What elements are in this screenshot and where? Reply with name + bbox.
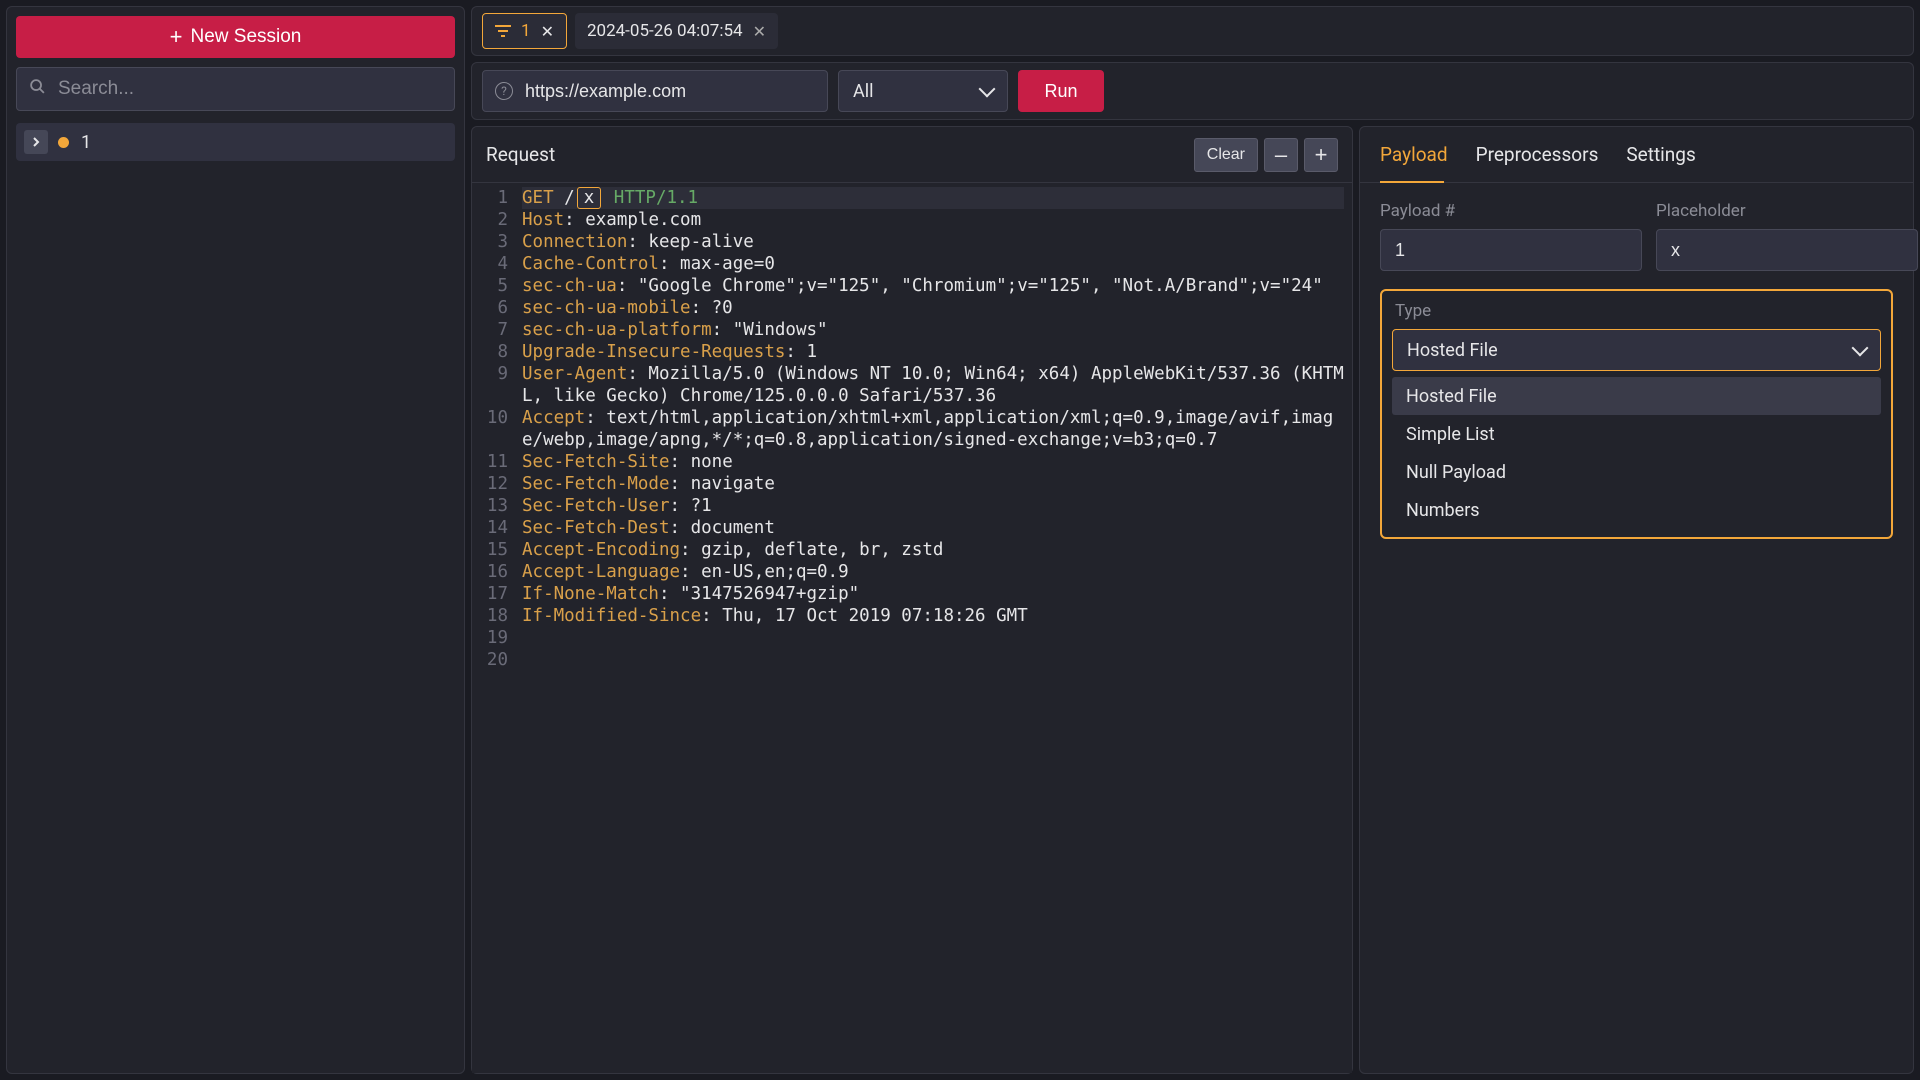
type-option[interactable]: Hosted File <box>1392 377 1881 415</box>
session-tab[interactable]: 2024-05-26 04:07:54 ✕ <box>575 13 778 49</box>
code-line[interactable]: User-Agent: Mozilla/5.0 (Windows NT 10.0… <box>522 363 1344 407</box>
add-marker-button[interactable]: + <box>1304 138 1338 172</box>
filter-icon <box>495 25 511 37</box>
request-editor[interactable]: 1234567891011121314151617181920 GET /x H… <box>472 183 1352 1073</box>
search-icon <box>29 78 46 100</box>
code-line[interactable] <box>522 627 1344 649</box>
code-line[interactable]: If-None-Match: "3147526947+gzip" <box>522 583 1344 605</box>
line-gutter: 1234567891011121314151617181920 <box>472 183 518 1073</box>
close-icon[interactable]: ✕ <box>541 22 554 41</box>
type-option[interactable]: Simple List <box>1392 415 1881 453</box>
chevron-down-icon <box>1852 340 1869 357</box>
sidebar: + New Session 1 <box>6 6 465 1074</box>
payload-panel: Payload Preprocessors Settings Payload #… <box>1359 126 1914 1074</box>
type-select[interactable]: Hosted File <box>1392 329 1881 371</box>
code-line[interactable]: sec-ch-ua: "Google Chrome";v="125", "Chr… <box>522 275 1344 297</box>
help-icon[interactable]: ? <box>495 82 513 100</box>
search-input[interactable] <box>56 77 442 101</box>
code-area[interactable]: GET /x HTTP/1.1Host: example.comConnecti… <box>518 183 1352 1073</box>
request-header: Request Clear – + <box>472 127 1352 183</box>
chevron-right-icon[interactable] <box>24 130 48 154</box>
code-line[interactable]: Accept: text/html,application/xhtml+xml,… <box>522 407 1344 451</box>
code-line[interactable] <box>522 649 1344 671</box>
search-input-wrap[interactable] <box>16 67 455 111</box>
plus-icon: + <box>170 26 183 48</box>
url-input[interactable] <box>523 80 815 103</box>
type-selected-value: Hosted File <box>1407 340 1498 361</box>
type-option[interactable]: Numbers <box>1392 491 1881 529</box>
session-tab[interactable]: 1 ✕ <box>482 13 567 49</box>
chevron-down-icon <box>979 81 996 98</box>
code-line[interactable]: Connection: keep-alive <box>522 231 1344 253</box>
tab-preprocessors[interactable]: Preprocessors <box>1476 143 1599 166</box>
code-line[interactable]: Accept-Language: en-US,en;q=0.9 <box>522 561 1344 583</box>
session-tab-label: 2024-05-26 04:07:54 <box>587 21 743 41</box>
url-input-wrap[interactable]: ? <box>482 70 828 112</box>
request-panel: Request Clear – + 1234567891011121314151… <box>471 126 1353 1074</box>
code-line[interactable]: Upgrade-Insecure-Requests: 1 <box>522 341 1344 363</box>
new-session-button[interactable]: + New Session <box>16 16 455 58</box>
session-label: 1 <box>81 132 91 153</box>
scope-select[interactable]: All <box>838 70 1008 112</box>
payload-marker[interactable]: x <box>577 187 602 209</box>
panel-title: Request <box>486 143 555 166</box>
code-line[interactable]: Sec-Fetch-Mode: navigate <box>522 473 1344 495</box>
code-line[interactable]: Sec-Fetch-User: ?1 <box>522 495 1344 517</box>
code-line[interactable]: GET /x HTTP/1.1 <box>522 187 1344 209</box>
code-line[interactable]: If-Modified-Since: Thu, 17 Oct 2019 07:1… <box>522 605 1344 627</box>
code-line[interactable]: Cache-Control: max-age=0 <box>522 253 1344 275</box>
tab-payload[interactable]: Payload <box>1380 143 1448 166</box>
code-line[interactable]: sec-ch-ua-mobile: ?0 <box>522 297 1344 319</box>
remove-marker-button[interactable]: – <box>1264 138 1298 172</box>
status-dot-icon <box>58 137 69 148</box>
type-label: Type <box>1395 301 1878 321</box>
payload-num-input[interactable] <box>1380 229 1642 271</box>
code-line[interactable]: sec-ch-ua-platform: "Windows" <box>522 319 1344 341</box>
code-line[interactable]: Accept-Encoding: gzip, deflate, br, zstd <box>522 539 1344 561</box>
tab-settings[interactable]: Settings <box>1626 143 1695 166</box>
code-line[interactable]: Sec-Fetch-Site: none <box>522 451 1344 473</box>
session-tabs-panel: 1 ✕ 2024-05-26 04:07:54 ✕ <box>471 6 1914 56</box>
session-tab-label: 1 <box>521 21 531 41</box>
session-row[interactable]: 1 <box>16 123 455 161</box>
placeholder-input[interactable] <box>1656 229 1918 271</box>
workspace: Request Clear – + 1234567891011121314151… <box>471 126 1914 1074</box>
run-button[interactable]: Run <box>1018 70 1104 112</box>
payload-body: Payload # Placeholder Type Hosted File <box>1360 183 1913 1073</box>
code-line[interactable]: Host: example.com <box>522 209 1344 231</box>
type-option[interactable]: Null Payload <box>1392 453 1881 491</box>
clear-button[interactable]: Clear <box>1194 138 1258 172</box>
type-block: Type Hosted File Hosted FileSimple ListN… <box>1380 289 1893 539</box>
type-options-list: Hosted FileSimple ListNull PayloadNumber… <box>1392 377 1881 529</box>
close-icon[interactable]: ✕ <box>753 22 766 41</box>
scope-select-label: All <box>853 81 874 102</box>
payload-num-label: Payload # <box>1380 201 1642 221</box>
right-tabs: Payload Preprocessors Settings <box>1360 127 1913 183</box>
new-session-label: New Session <box>190 26 301 48</box>
placeholder-label: Placeholder <box>1656 201 1918 221</box>
url-bar: ? All Run <box>471 62 1914 120</box>
main: 1 ✕ 2024-05-26 04:07:54 ✕ ? All Run <box>471 6 1914 1074</box>
code-line[interactable]: Sec-Fetch-Dest: document <box>522 517 1344 539</box>
